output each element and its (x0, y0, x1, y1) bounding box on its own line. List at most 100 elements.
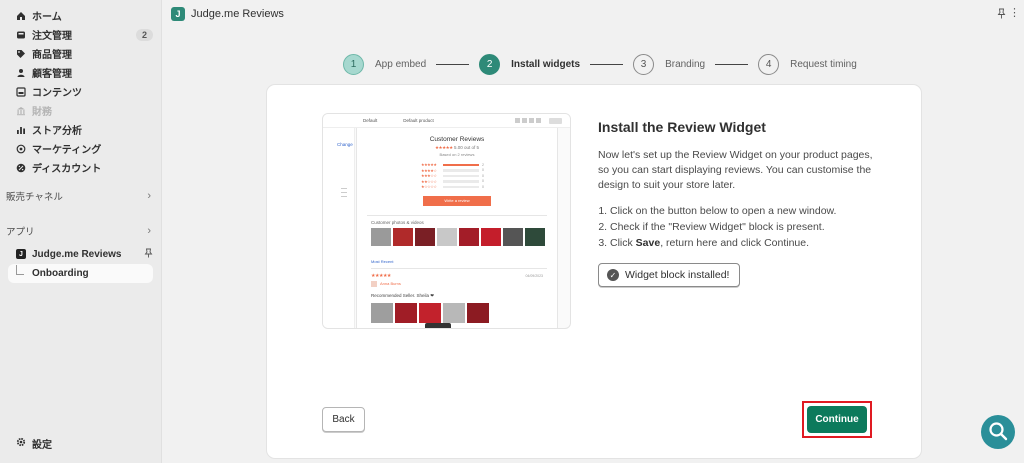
instruction-steps: Click on the button below to open a new … (598, 203, 880, 251)
preview-write-review-button: Write a review (423, 195, 491, 206)
preview-photo (419, 302, 441, 323)
instruction-step-2: Check if the "Review Widget" block is pr… (610, 219, 880, 235)
preview-hist-count: 0 (482, 168, 484, 173)
sidebar-item-label: 注文管理 (32, 31, 72, 42)
sidebar-nav: ホーム 注文管理 2 商品管理 顧客管理 コンテンツ 財務 ストア分析 マーケテ… (0, 0, 161, 177)
sidebar-item-marketing[interactable]: マーケティング (0, 139, 161, 158)
orders-icon (16, 30, 26, 40)
more-options-icon[interactable]: ⋮ (1009, 6, 1020, 19)
preview-tooltip (425, 323, 451, 328)
step-label: Request timing (790, 58, 857, 70)
preview-photo (443, 302, 465, 323)
step-label: Install widgets (511, 58, 581, 70)
target-icon (16, 144, 26, 154)
instruction-step-3: Click Save, return here and click Contin… (610, 235, 880, 251)
preview-reviewer: Anna Burns (371, 280, 547, 287)
apps-section[interactable]: アプリ › (0, 221, 161, 241)
sidebar-item-label: ストア分析 (32, 126, 82, 137)
chevron-right-icon: › (147, 190, 151, 202)
step-number: 1 (343, 53, 364, 75)
preview-review-photos (371, 302, 557, 323)
preview-photo (371, 302, 393, 323)
card-heading: Install the Review Widget (598, 119, 766, 135)
bank-icon (16, 106, 26, 116)
step3-suffix: , return here and click Continue. (660, 237, 810, 249)
preview-sort-dropdown: Most Recent (371, 258, 394, 264)
preview-hist-count: 0 (482, 179, 484, 184)
preview-rating-text: 5.00 out of 5 (453, 145, 479, 150)
preview-hist-stars: ★★☆☆☆ (421, 178, 437, 184)
widget-block-installed-button[interactable]: ✓ Widget block installed! (598, 263, 741, 287)
preview-star-icons: ★★★★★ (435, 145, 453, 150)
preview-histogram: ★★★★★ 2 ★★★★☆ 0 ★★★☆☆ 0 ★★☆☆☆ 0 ★☆☆☆☆ 0 (421, 162, 557, 190)
sidebar-app-judgeme[interactable]: J Judge.me Reviews (0, 245, 161, 263)
preview-side-bars (341, 188, 347, 200)
sidebar-item-products[interactable]: 商品管理 (0, 44, 161, 63)
preview-hist-count: 0 (482, 173, 484, 178)
preview-divider (367, 214, 547, 216)
sidebar-item-home[interactable]: ホーム (0, 6, 161, 25)
preview-hist-stars: ★★★★☆ (421, 167, 437, 173)
discount-icon (16, 163, 26, 173)
sidebar-item-label: コンテンツ (32, 88, 82, 99)
analytics-icon (16, 125, 26, 135)
sidebar-item-label: 顧客管理 (32, 69, 72, 80)
preview-hist-bar (443, 169, 479, 172)
person-icon (16, 68, 26, 78)
sidebar-item-label: マーケティング (32, 145, 102, 156)
help-chat-button[interactable] (981, 415, 1015, 449)
preview-hist-stars: ★☆☆☆☆ (421, 184, 437, 190)
sidebar-item-analytics[interactable]: ストア分析 (0, 120, 161, 139)
judgeme-logo-icon: J (171, 7, 185, 21)
sidebar-subitem-onboarding[interactable]: Onboarding (8, 264, 153, 283)
pin-icon[interactable] (997, 8, 1006, 22)
check-circle-icon: ✓ (607, 269, 619, 281)
sales-channels-section[interactable]: 販売チャネル › (0, 186, 161, 206)
preview-photo (467, 302, 489, 323)
sidebar-item-orders[interactable]: 注文管理 2 (0, 25, 161, 44)
preview-hist-stars: ★★★☆☆ (421, 173, 437, 179)
orders-count-badge: 2 (135, 28, 153, 41)
preview-review-text: Recommended Seller. Sheila ❤ (371, 292, 435, 298)
sidebar-item-content[interactable]: コンテンツ (0, 82, 161, 101)
sidebar-item-customers[interactable]: 顧客管理 (0, 63, 161, 82)
preview-device-icons (515, 118, 541, 123)
preview-photo (481, 227, 501, 246)
install-widget-card: Default Default product Change Customer … (267, 85, 921, 458)
step-number: 3 (633, 53, 655, 75)
preview-photo (503, 227, 523, 246)
section-label: アプリ (6, 227, 35, 238)
continue-button[interactable]: Continue (807, 406, 867, 433)
preview-photo (525, 227, 545, 246)
step-request-timing[interactable]: 4 Request timing (758, 53, 857, 75)
preview-hist-bar (443, 185, 479, 188)
pin-icon[interactable] (144, 248, 153, 261)
preview-photo-strip (371, 227, 557, 246)
preview-hist-bar (443, 163, 479, 166)
sidebar-item-discounts[interactable]: ディスカウント (0, 158, 161, 177)
preview-hist-row: ★☆☆☆☆ 0 (421, 184, 557, 190)
tree-connector (16, 264, 24, 275)
step-number: 2 (479, 53, 501, 75)
app-title: Judge.me Reviews (191, 8, 284, 20)
preview-hist-bar (443, 174, 479, 177)
preview-left-panel: Change (323, 128, 355, 328)
preview-rating-summary: ★★★★★ 5.00 out of 5 (357, 145, 557, 151)
preview-review-stars: ★★★★★ (371, 272, 391, 279)
preview-product-selector: Default product (403, 118, 434, 123)
step-branding[interactable]: 3 Branding (633, 53, 705, 75)
sidebar-item-settings[interactable]: 設定 (16, 436, 52, 451)
sidebar-item-label: ディスカウント (32, 164, 102, 175)
back-button[interactable]: Back (322, 407, 365, 432)
preview-photo (437, 227, 457, 246)
step-install-widgets[interactable]: 2 Install widgets (479, 53, 581, 75)
preview-review-widget: Customer Reviews ★★★★★ 5.00 out of 5 Bas… (356, 128, 558, 328)
settings-label: 設定 (32, 440, 52, 451)
gear-icon (16, 437, 26, 450)
chevron-right-icon: › (147, 225, 151, 237)
sidebar-item-finance: 財務 (0, 101, 161, 120)
card-description: Now let's set up the Review Widget on yo… (598, 149, 873, 191)
preview-based-on: Based on 2 reviews (439, 152, 475, 157)
step-app-embed[interactable]: 1 App embed (343, 53, 427, 75)
step-label: App embed (375, 58, 427, 70)
